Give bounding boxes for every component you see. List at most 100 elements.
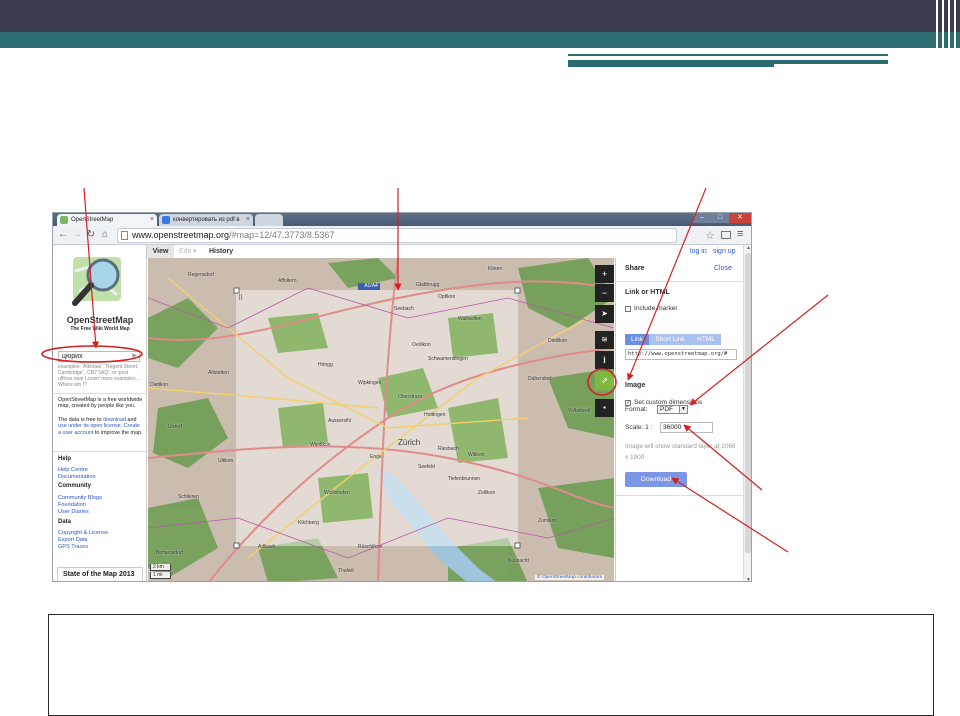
maximize-icon[interactable]: □ [711, 213, 729, 223]
include-marker-checkbox[interactable] [625, 306, 631, 312]
minimize-icon[interactable]: – [693, 213, 711, 223]
note-icon[interactable]: ▪ [595, 399, 614, 417]
image-heading: Image [625, 382, 646, 389]
slide-text-box[interactable] [48, 614, 934, 716]
back-arrow-icon[interactable]: ← [57, 228, 69, 242]
zoom-out-icon[interactable]: − [595, 284, 614, 302]
browser-window: OpenStreetMap × конвертировать из pdf в … [52, 212, 752, 582]
share-link-field[interactable]: http://www.openstreetmap.org/# [625, 349, 737, 360]
locate-icon[interactable]: ➤ [595, 305, 614, 323]
decorative-line [568, 54, 888, 56]
place-label: Wollishofen [324, 490, 350, 496]
place-label: Altstetten [208, 370, 229, 376]
place-label: Kloten [488, 266, 503, 272]
osm-favicon-icon [60, 216, 68, 224]
close-link[interactable]: Close [714, 265, 732, 272]
reload-icon[interactable]: ↻ [85, 228, 97, 242]
link-or-html-heading: Link or HTML [625, 289, 670, 296]
map-scale: 2 km 1 mi [150, 564, 171, 580]
sotm-banner[interactable]: State of the Map 2013 [57, 567, 143, 581]
search-input[interactable]: цюрих ▶ [58, 351, 140, 362]
tab-link[interactable]: Link [625, 334, 649, 345]
format-label: Format: [625, 406, 648, 413]
tab-close-icon[interactable]: × [246, 214, 250, 226]
help-centre-link[interactable]: Help Centre [58, 467, 88, 473]
place-label: Zumikon [538, 518, 558, 524]
place-label: Kilchberg [298, 520, 319, 526]
tab-html[interactable]: HTML [691, 334, 721, 345]
place-label: Tiefenbrunnen [448, 476, 481, 482]
url-input[interactable]: www.openstreetmap.org/#map=12/47.3773/8.… [117, 228, 677, 243]
place-label: Urdorf [168, 424, 182, 430]
decorative-line [568, 64, 774, 67]
help-heading: Help [58, 456, 72, 462]
url-path: /#map=12/47.3773/8.5367 [229, 230, 335, 240]
map-canvas[interactable]: Regensdorf Glattbrugg Opfikon Wallisellen Se… [148, 258, 614, 581]
history-tab[interactable]: History [209, 245, 233, 258]
forward-arrow-icon[interactable]: → [71, 228, 83, 242]
page-scrollbar[interactable]: ▲ ▼ [743, 245, 751, 581]
menu-icon[interactable]: ≡ [737, 228, 743, 240]
gps-traces-link[interactable]: GPS Traces [58, 544, 88, 550]
place-label: Schwamendingen [428, 356, 468, 362]
contributors-link[interactable]: OpenStreetMap contributors [542, 575, 602, 580]
download-link[interactable]: download [103, 417, 126, 423]
scale-input[interactable]: 36000 [660, 422, 713, 433]
place-label: Seefeld [418, 464, 435, 470]
url-host: www.openstreetmap.org [132, 230, 230, 240]
scroll-up-icon[interactable]: ▲ [744, 245, 751, 251]
search-examples: examples: 'Alkmaar', 'Regent Street, Cam… [58, 364, 140, 388]
share-header: Share Close [616, 258, 744, 282]
tab-short-link[interactable]: Short Link [649, 334, 691, 345]
search-value: цюрих [62, 353, 83, 360]
info-icon[interactable]: i [595, 351, 614, 369]
foundation-link[interactable]: Foundation [58, 502, 86, 508]
community-blogs-link[interactable]: Community Blogs [58, 495, 102, 501]
share-panel: Share Close Link or HTML Include marker … [615, 258, 744, 581]
community-heading: Community [58, 483, 91, 489]
google-favicon-icon [162, 216, 170, 224]
drag-handle-icon[interactable]: ⠿ [238, 294, 243, 302]
search-go-icon[interactable]: ▶ [132, 352, 137, 361]
documentation-link[interactable]: Documentation [58, 474, 96, 480]
osm-sidebar: OpenStreetMap The Free Wiki World Map цю… [53, 245, 147, 581]
intro-license-text: The data is free to download and use und… [58, 417, 143, 436]
place-label: Thalwil [338, 568, 354, 574]
place-label: Aussersihl [328, 418, 352, 424]
divider [616, 495, 744, 496]
download-button[interactable]: Download [625, 472, 687, 487]
export-data-link[interactable]: Export Data [58, 537, 88, 543]
view-tab[interactable]: View [147, 245, 174, 258]
tab-strip: OpenStreetMap × конвертировать из pdf в … [53, 213, 751, 226]
layers-icon[interactable]: ≋ [595, 331, 614, 349]
tab-close-icon[interactable]: × [150, 214, 154, 226]
login-link[interactable]: log in [690, 245, 707, 258]
new-tab-button[interactable] [255, 214, 283, 226]
window-icon[interactable] [721, 231, 731, 239]
home-icon[interactable]: ⌂ [99, 228, 111, 242]
format-select[interactable]: PDF ▼ [657, 405, 688, 414]
scroll-down-icon[interactable]: ▼ [744, 577, 751, 581]
tab-openstreetmap[interactable]: OpenStreetMap × [57, 214, 157, 226]
signup-link[interactable]: sign up [713, 245, 736, 258]
place-label: Seebach [394, 306, 414, 312]
license-link[interactable]: use under its open license [58, 423, 121, 429]
place-label: Opfikon [438, 294, 456, 300]
zoom-in-icon[interactable]: + [595, 265, 614, 283]
place-label: Wipkingen [358, 380, 382, 386]
edit-tab[interactable]: Edit ▾ [179, 245, 197, 258]
close-window-icon[interactable]: ✕ [729, 213, 751, 223]
place-label: Zollikon [478, 490, 496, 496]
place-label: Dietikon [150, 382, 169, 388]
copyright-link[interactable]: Copyright & License [58, 530, 108, 536]
scroll-thumb[interactable] [745, 253, 751, 553]
decorative-vertical-bars [930, 0, 960, 66]
bookmark-star-icon[interactable]: ☆ [705, 229, 715, 242]
osm-logo-icon [72, 257, 121, 306]
place-label: Zürich [398, 438, 421, 447]
image-size-note: Image will show standard layer at 2066 x… [625, 443, 736, 461]
slide: OpenStreetMap × конвертировать из pdf в … [0, 0, 960, 716]
share-icon[interactable]: ⇗ [595, 372, 614, 390]
tab-google-search[interactable]: конвертировать из pdf в × [159, 214, 253, 226]
user-diaries-link[interactable]: User Diaries [58, 509, 89, 515]
